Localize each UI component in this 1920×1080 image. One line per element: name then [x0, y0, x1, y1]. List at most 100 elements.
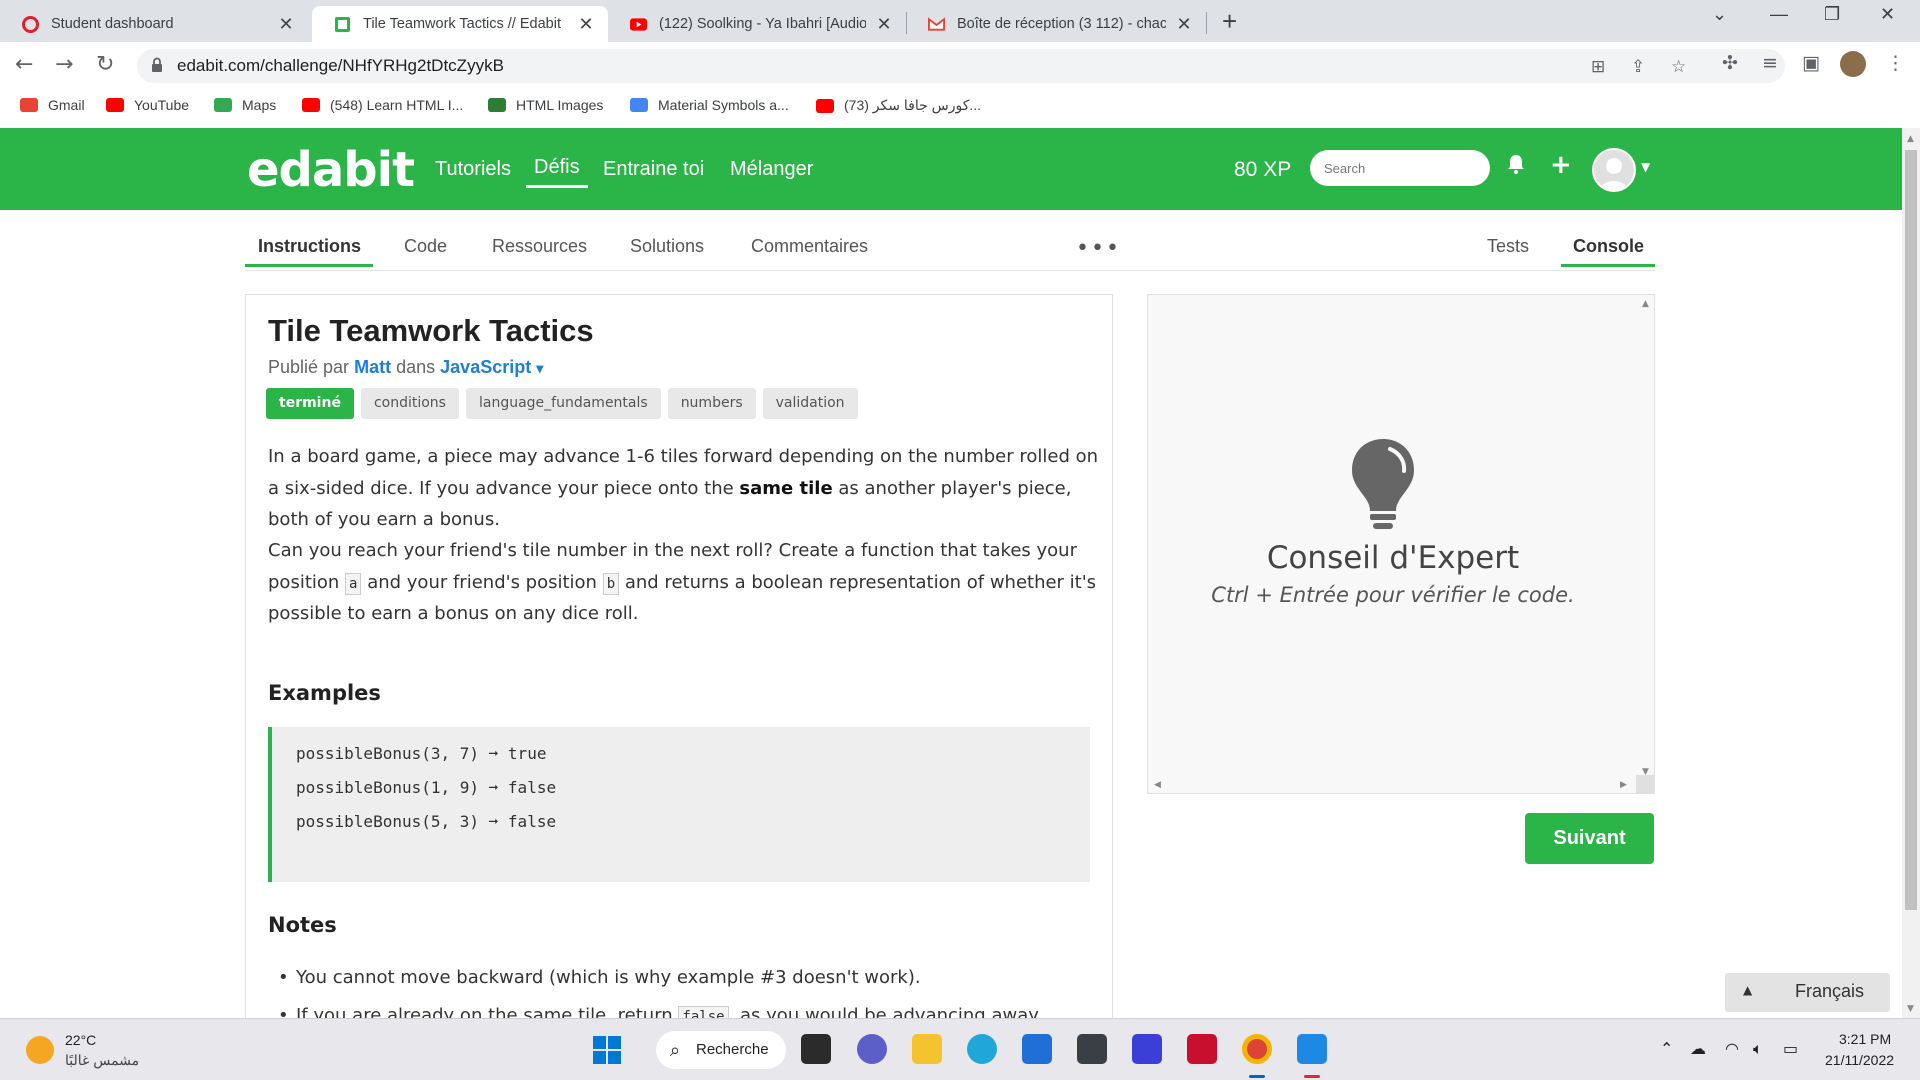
nav-entraine-toi[interactable]: Entraine toi: [603, 158, 704, 181]
nav-melanger[interactable]: Mélanger: [730, 158, 813, 181]
bookmark-gmail[interactable]: Gmail: [20, 97, 85, 113]
scrollbar-thumb[interactable]: [1905, 150, 1917, 910]
bookmarks-bar: Gmail YouTube Maps (548) Learn HTML I...…: [0, 88, 1920, 128]
opera-icon: [22, 15, 39, 33]
battery-icon[interactable]: ▭: [1783, 1039, 1798, 1058]
tab-solutions[interactable]: Solutions: [630, 236, 704, 257]
restore-icon[interactable]: ❐: [1824, 4, 1840, 25]
bookmark-maps[interactable]: Maps: [214, 97, 276, 113]
microsoft-store-icon[interactable]: [1022, 1034, 1052, 1064]
reload-icon[interactable]: ↻: [96, 52, 114, 77]
weather-sun-icon[interactable]: [26, 1036, 54, 1064]
bookmark-star-icon[interactable]: ☆: [1671, 57, 1686, 77]
scroll-right-icon[interactable]: ▶: [1620, 780, 1627, 790]
vector-app-icon[interactable]: [1132, 1034, 1162, 1064]
close-icon[interactable]: ✕: [874, 14, 894, 35]
close-icon[interactable]: ✕: [1174, 14, 1194, 35]
profile-avatar[interactable]: [1840, 51, 1866, 77]
side-panel-icon[interactable]: ▣: [1802, 52, 1820, 74]
tab-code[interactable]: Code: [404, 236, 447, 257]
clock-time[interactable]: 3:21 PM: [1839, 1031, 1891, 1047]
console-horizontal-scrollbar[interactable]: ◀ ▶: [1148, 777, 1638, 793]
temperature[interactable]: 22°C: [65, 1032, 96, 1048]
tab-console[interactable]: Console: [1573, 236, 1644, 257]
tab-gmail[interactable]: Boîte de réception (3 112) - chac ✕: [906, 6, 1206, 42]
weather-description[interactable]: مشمس غالبًا: [65, 1052, 139, 1069]
next-button[interactable]: Suivant: [1525, 813, 1654, 864]
url-text[interactable]: edabit.com/challenge/NHfYRHg2tDtcZyykB: [177, 56, 504, 76]
new-tab-button[interactable]: +: [1222, 6, 1237, 36]
close-icon[interactable]: ✕: [276, 14, 296, 35]
tab-instructions[interactable]: Instructions: [258, 236, 361, 257]
forward-icon[interactable]: →: [55, 52, 73, 77]
tab-student-dashboard[interactable]: Student dashboard ✕: [0, 6, 308, 42]
wifi-icon[interactable]: ◠: [1725, 1039, 1739, 1058]
tab-edabit[interactable]: Tile Teamwork Tactics // Edabit ✕: [312, 6, 608, 42]
volume-icon[interactable]: 🔈︎: [1753, 1039, 1763, 1059]
window-close-icon[interactable]: ✕: [1880, 4, 1895, 25]
caret-down-icon[interactable]: ▾: [536, 360, 543, 376]
edge-icon[interactable]: [967, 1034, 997, 1064]
author-link[interactable]: Matt: [354, 357, 391, 377]
windows-taskbar: 22°C مشمس غالبًا ⌕ Recherche ⌃ ☁ ◠ 🔈︎ ▭ …: [0, 1018, 1920, 1080]
share-icon[interactable]: ⇪: [1631, 57, 1645, 77]
onedrive-cloud-icon[interactable]: ☁: [1690, 1039, 1706, 1058]
nav-defis[interactable]: Défis: [526, 156, 588, 188]
translate-icon[interactable]: ⊞: [1591, 57, 1605, 77]
bookmark-learn-html[interactable]: (548) Learn HTML I...: [302, 97, 463, 113]
tag-completed[interactable]: terminé: [266, 388, 354, 419]
code-line: possibleBonus(3, 7) ➞ true: [296, 744, 547, 763]
task-view-icon[interactable]: [801, 1034, 831, 1064]
chevron-down-icon[interactable]: ▼: [1641, 160, 1650, 174]
search-input[interactable]: [1310, 150, 1490, 186]
xp-counter: 80 XP: [1234, 158, 1292, 181]
teams-chat-icon[interactable]: [857, 1034, 887, 1064]
tag[interactable]: validation: [762, 388, 858, 419]
back-icon[interactable]: ←: [15, 52, 33, 77]
tag[interactable]: conditions: [360, 388, 459, 419]
scroll-up-icon[interactable]: ▲: [1907, 134, 1914, 144]
tab-youtube[interactable]: (122) Soolking - Ya Ibahri [Audio ✕: [608, 6, 906, 42]
tag[interactable]: numbers: [667, 388, 756, 419]
nav-tutoriels[interactable]: Tutoriels: [435, 158, 511, 181]
tag[interactable]: language_fundamentals: [465, 388, 661, 419]
scroll-left-icon[interactable]: ◀: [1154, 780, 1161, 790]
file-explorer-icon[interactable]: [912, 1034, 942, 1064]
media-control-icon[interactable]: ≡: [1762, 52, 1778, 74]
tab-search-icon[interactable]: ⌄: [1712, 4, 1727, 25]
tab-ressources[interactable]: Ressources: [492, 236, 587, 257]
windows-start-icon[interactable]: [592, 1035, 622, 1065]
console-panel[interactable]: Conseil d'Expert Ctrl + Entrée pour véri…: [1147, 294, 1655, 794]
notification-bell-icon[interactable]: [1507, 154, 1525, 180]
emphasis: same tile: [739, 477, 833, 499]
bookmark-material-symbols[interactable]: Material Symbols a...: [630, 97, 789, 113]
console-vertical-scrollbar[interactable]: ▲ ▼: [1638, 295, 1654, 779]
bookmark-html-images[interactable]: HTML Images: [488, 97, 603, 113]
user-avatar[interactable]: [1592, 148, 1636, 192]
extensions-icon[interactable]: ✣: [1722, 52, 1738, 74]
scroll-up-icon[interactable]: ▲: [1642, 299, 1649, 309]
taskbar-search[interactable]: ⌕ Recherche: [656, 1031, 786, 1069]
tab-commentaires[interactable]: Commentaires: [751, 236, 868, 257]
minimize-icon[interactable]: —: [1770, 4, 1788, 25]
omnibox[interactable]: edabit.com/challenge/NHfYRHg2tDtcZyykB ⊞…: [137, 49, 1785, 83]
screenshot-tool-icon[interactable]: [1297, 1034, 1327, 1064]
tab-tests[interactable]: Tests: [1487, 236, 1529, 257]
bookmark-youtube[interactable]: YouTube: [106, 97, 189, 113]
menu-kebab-icon[interactable]: ⋮: [1886, 52, 1905, 74]
edabit-logo[interactable]: edabit: [247, 142, 415, 198]
more-options-icon[interactable]: •••: [1076, 236, 1121, 261]
language-selector[interactable]: ▲ Français: [1725, 973, 1890, 1012]
clock-date[interactable]: 21/11/2022: [1825, 1052, 1894, 1068]
close-icon[interactable]: ✕: [576, 14, 596, 35]
add-icon[interactable]: +: [1550, 150, 1572, 180]
chrome-icon[interactable]: [1242, 1034, 1272, 1064]
mcafee-icon[interactable]: [1187, 1034, 1217, 1064]
bookmark-java-course[interactable]: (73) كورس جافا سكر...: [816, 97, 981, 114]
scroll-down-icon[interactable]: ▼: [1907, 1004, 1914, 1014]
page-scrollbar[interactable]: ▲ ▼: [1902, 128, 1920, 1018]
chevron-up-icon[interactable]: ⌃: [1660, 1039, 1673, 1058]
unity-icon[interactable]: [1077, 1034, 1107, 1064]
site-header: edabit Tutoriels Défis Entraine toi Méla…: [0, 128, 1902, 210]
language-dropdown[interactable]: JavaScript: [440, 357, 531, 377]
